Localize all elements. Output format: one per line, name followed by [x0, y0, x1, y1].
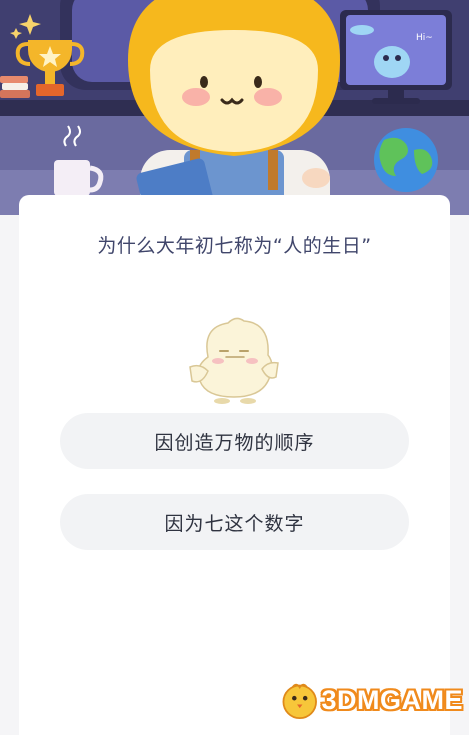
answer-option-1-label: 因创造万物的顺序 [154, 431, 315, 454]
globe-icon [374, 128, 438, 192]
chick-icon [189, 317, 279, 404]
monitor-greeting: Hi~ [416, 33, 433, 43]
monitor-icon: Hi~ [340, 10, 452, 104]
question-card: 为什么大年初七称为“人的生日” 因创造万物的顺序 因为七这个数字 [19, 195, 450, 735]
answer-option-2-label: 因为七这个数字 [164, 512, 305, 535]
answer-option-2[interactable]: 因为七这个数字 [60, 494, 409, 550]
character-illustration [128, 0, 340, 215]
answer-option-1[interactable]: 因创造万物的顺序 [60, 413, 409, 469]
watermark-text: 3DMGAME [321, 684, 463, 715]
classroom-scene: Hi~ [0, 0, 469, 215]
question-text: 为什么大年初七称为“人的生日” [97, 235, 372, 257]
header-illustration: Hi~ [0, 0, 469, 215]
mascot-illustration [182, 317, 286, 409]
watermark: 3DMGAME [278, 676, 463, 724]
watermark-chick-icon [282, 683, 317, 720]
